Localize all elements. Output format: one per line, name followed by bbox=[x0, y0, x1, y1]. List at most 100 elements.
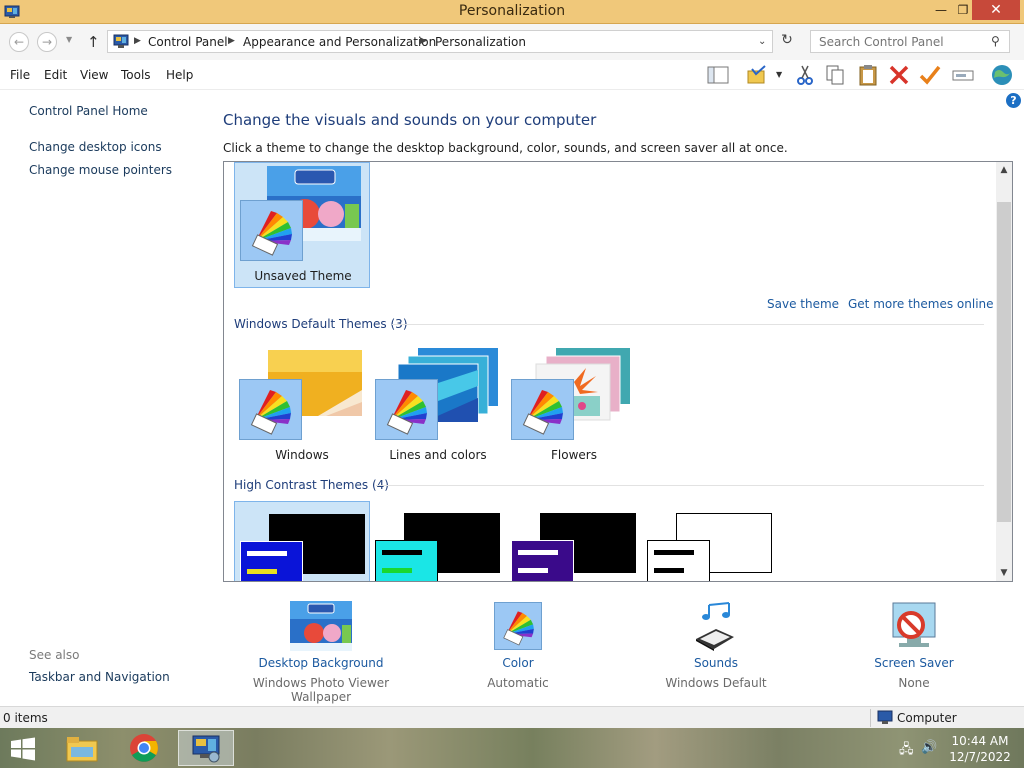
back-button[interactable]: ← bbox=[9, 32, 29, 52]
sounds-title[interactable]: Sounds bbox=[616, 656, 816, 670]
refresh-button[interactable]: ↻ bbox=[776, 32, 798, 52]
rename-button[interactable] bbox=[950, 63, 976, 87]
theme-windows-label: Windows bbox=[275, 448, 329, 462]
windows-start-icon[interactable] bbox=[10, 737, 36, 761]
folder-icon bbox=[66, 737, 98, 762]
color-palette-icon bbox=[511, 379, 574, 440]
clipboard-icon bbox=[859, 65, 877, 86]
cut-button[interactable] bbox=[792, 63, 818, 87]
theme-unsaved[interactable]: Unsaved Theme bbox=[234, 162, 370, 288]
see-also-label: See also bbox=[29, 648, 80, 662]
network-icon[interactable]: 🖧 bbox=[899, 740, 914, 762]
chevron-down-icon[interactable]: ▼ bbox=[776, 70, 782, 79]
globe-icon bbox=[992, 65, 1012, 85]
status-bar: 0 items Computer bbox=[0, 706, 1024, 728]
group-high-contrast-themes: High Contrast Themes (4) bbox=[234, 478, 389, 492]
group-default-themes: Windows Default Themes (3) bbox=[234, 317, 408, 331]
color-title[interactable]: Color bbox=[418, 656, 618, 670]
page-title: Change the visuals and sounds on your co… bbox=[223, 111, 597, 129]
menu-edit[interactable]: Edit bbox=[44, 68, 67, 82]
taskbar-chrome[interactable] bbox=[116, 730, 172, 766]
menu-file[interactable]: File bbox=[10, 68, 30, 82]
speaker-icon[interactable]: 🔊 bbox=[921, 740, 937, 755]
rename-icon bbox=[952, 70, 974, 81]
paste-button[interactable] bbox=[855, 63, 881, 87]
sidebar-change-mouse-pointers[interactable]: Change mouse pointers bbox=[29, 163, 172, 177]
search-icon[interactable]: ⚲ bbox=[991, 34, 1000, 48]
breadcrumb-appearance[interactable]: Appearance and Personalization bbox=[243, 35, 436, 49]
address-row: ← → ▼ ↑ ▶ Control Panel ▶ Appearance and… bbox=[0, 24, 1024, 60]
folder-check-icon bbox=[747, 65, 766, 84]
sounds-value: Windows Default bbox=[665, 676, 767, 690]
sounds-icon bbox=[696, 602, 734, 651]
theme-lines-and-colors[interactable]: Lines and colors bbox=[370, 342, 506, 467]
contrast-swatch bbox=[511, 540, 574, 581]
theme-flowers-label: Flowers bbox=[551, 448, 597, 462]
theme-high-contrast-2[interactable] bbox=[370, 501, 506, 581]
page-description: Click a theme to change the desktop back… bbox=[223, 141, 788, 155]
theme-unsaved-label: Unsaved Theme bbox=[254, 269, 352, 283]
chevron-right-icon: ▶ bbox=[134, 36, 141, 46]
delete-button[interactable] bbox=[886, 63, 912, 87]
clock-time: 10:44 AM bbox=[951, 734, 1009, 748]
status-location: Computer bbox=[897, 711, 957, 725]
get-more-themes-link[interactable]: Get more themes online bbox=[848, 297, 994, 311]
theme-windows[interactable]: Windows bbox=[234, 342, 370, 467]
folder-options-button[interactable] bbox=[744, 63, 770, 87]
menu-help[interactable]: Help bbox=[166, 68, 193, 82]
copy-icon bbox=[826, 65, 844, 85]
address-bar[interactable]: ▶ Control Panel ▶ Appearance and Persona… bbox=[107, 30, 773, 53]
save-theme-link[interactable]: Save theme bbox=[767, 297, 839, 311]
recent-pages-button[interactable]: ▼ bbox=[66, 35, 72, 44]
theme-flowers[interactable]: Flowers bbox=[506, 342, 642, 467]
scroll-up-icon[interactable]: ▲ bbox=[996, 162, 1012, 178]
chevron-down-icon: ▼ bbox=[66, 35, 73, 44]
globe-button[interactable] bbox=[989, 63, 1015, 87]
screen-saver-value: None bbox=[898, 676, 930, 690]
taskbar-control-panel[interactable] bbox=[178, 730, 234, 766]
theme-list: Unsaved Theme Save theme Get more themes… bbox=[223, 161, 1013, 582]
scroll-thumb[interactable] bbox=[997, 202, 1011, 522]
scroll-down-icon[interactable]: ▼ bbox=[996, 565, 1012, 581]
search-box: ⚲ bbox=[810, 30, 1010, 53]
forward-button[interactable]: → bbox=[37, 32, 57, 52]
chevron-down-icon[interactable]: ⌄ bbox=[758, 36, 766, 47]
menu-tools[interactable]: Tools bbox=[121, 68, 151, 82]
screen-saver-icon bbox=[892, 602, 936, 647]
color-palette-icon bbox=[494, 602, 542, 650]
taskbar: 🖧 🔊 10:44 AM 12/7/2022 bbox=[0, 728, 1024, 768]
contrast-swatch bbox=[647, 540, 710, 581]
theme-list-scrollbar[interactable]: ▲ ▼ bbox=[996, 162, 1012, 581]
taskbar-file-explorer[interactable] bbox=[54, 730, 110, 766]
screen-saver-title[interactable]: Screen Saver bbox=[814, 656, 1014, 670]
help-button[interactable]: ? bbox=[1006, 93, 1021, 108]
control-panel-icon bbox=[192, 735, 220, 763]
sidebar-change-desktop-icons[interactable]: Change desktop icons bbox=[29, 140, 162, 154]
wallpaper-thumbnail-icon bbox=[290, 601, 352, 651]
close-button[interactable]: ✕ bbox=[972, 0, 1020, 20]
sidebar-control-panel-home[interactable]: Control Panel Home bbox=[29, 104, 148, 118]
desktop-background-title[interactable]: Desktop Background bbox=[221, 656, 421, 670]
desktop-background-value: Windows Photo Viewer Wallpaper bbox=[252, 676, 390, 704]
chevron-right-icon: ▶ bbox=[228, 36, 235, 46]
clock-date: 12/7/2022 bbox=[949, 750, 1011, 764]
sidebar-taskbar-navigation[interactable]: Taskbar and Navigation bbox=[29, 670, 170, 684]
up-button[interactable]: ↑ bbox=[87, 33, 100, 51]
title-bar: Personalization — ❐ ✕ bbox=[0, 0, 1024, 24]
group-divider bbox=[392, 324, 984, 325]
theme-high-contrast-1[interactable] bbox=[234, 501, 370, 581]
theme-lines-and-colors-label: Lines and colors bbox=[389, 448, 487, 462]
breadcrumb-personalization[interactable]: Personalization bbox=[435, 35, 526, 49]
window-title: Personalization bbox=[458, 3, 566, 19]
copy-button[interactable] bbox=[822, 63, 848, 87]
system-clock[interactable]: 10:44 AM 12/7/2022 bbox=[944, 733, 1016, 765]
search-input[interactable] bbox=[811, 31, 987, 52]
theme-high-contrast-4[interactable] bbox=[642, 501, 778, 581]
breadcrumb-control-panel[interactable]: Control Panel bbox=[148, 35, 228, 49]
chevron-right-icon: ▶ bbox=[420, 36, 427, 46]
properties-button[interactable] bbox=[917, 63, 943, 87]
layout-button[interactable] bbox=[705, 63, 731, 87]
menu-view[interactable]: View bbox=[80, 68, 108, 82]
theme-high-contrast-3[interactable] bbox=[506, 501, 642, 581]
layout-icon bbox=[707, 66, 729, 84]
